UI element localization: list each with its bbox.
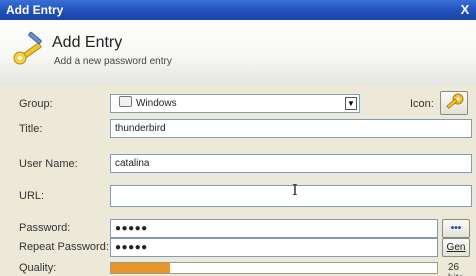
key-icon (446, 93, 464, 109)
repeat-password-label: Repeat Password: (19, 241, 109, 253)
chevron-down-icon[interactable]: ▼ (345, 97, 357, 110)
icon-label: Icon: (410, 98, 434, 110)
title-input[interactable]: thunderbird (110, 119, 472, 138)
show-password-button[interactable]: ••• (442, 219, 470, 238)
repeat-password-input[interactable]: ●●●●● (110, 238, 438, 257)
banner-subtitle: Add a new password entry (54, 56, 172, 67)
quality-value: 26 bits (448, 262, 464, 276)
group-value: Windows (136, 98, 177, 109)
group-select[interactable]: Windows ▼ (110, 94, 360, 113)
quality-label: Quality: (19, 262, 57, 274)
dialog-banner: Add Entry Add a new password entry (0, 20, 476, 87)
icon-picker-button[interactable] (440, 91, 468, 115)
title-bar[interactable]: Add Entry X (0, 0, 476, 20)
key-pencil-icon (13, 31, 42, 65)
url-label: URL: (19, 190, 45, 202)
generate-password-button[interactable]: Gen (442, 238, 470, 257)
text-cursor-icon: I (292, 181, 298, 199)
quality-bar (110, 262, 438, 274)
close-button[interactable]: X (457, 2, 473, 17)
url-input[interactable] (110, 185, 472, 207)
username-label: User Name: (19, 158, 78, 170)
username-input[interactable]: catalina (110, 154, 472, 173)
window-title: Add Entry (6, 3, 64, 17)
password-input[interactable]: ●●●●● (110, 219, 438, 238)
add-entry-dialog: Add Entry X Add Entry Add a new password… (0, 0, 476, 276)
group-label: Group: (19, 98, 53, 110)
folder-icon (119, 96, 132, 107)
banner-heading: Add Entry (52, 34, 123, 51)
title-label: Title: (19, 123, 43, 135)
password-label: Password: (19, 222, 71, 234)
quality-fill (111, 263, 170, 273)
